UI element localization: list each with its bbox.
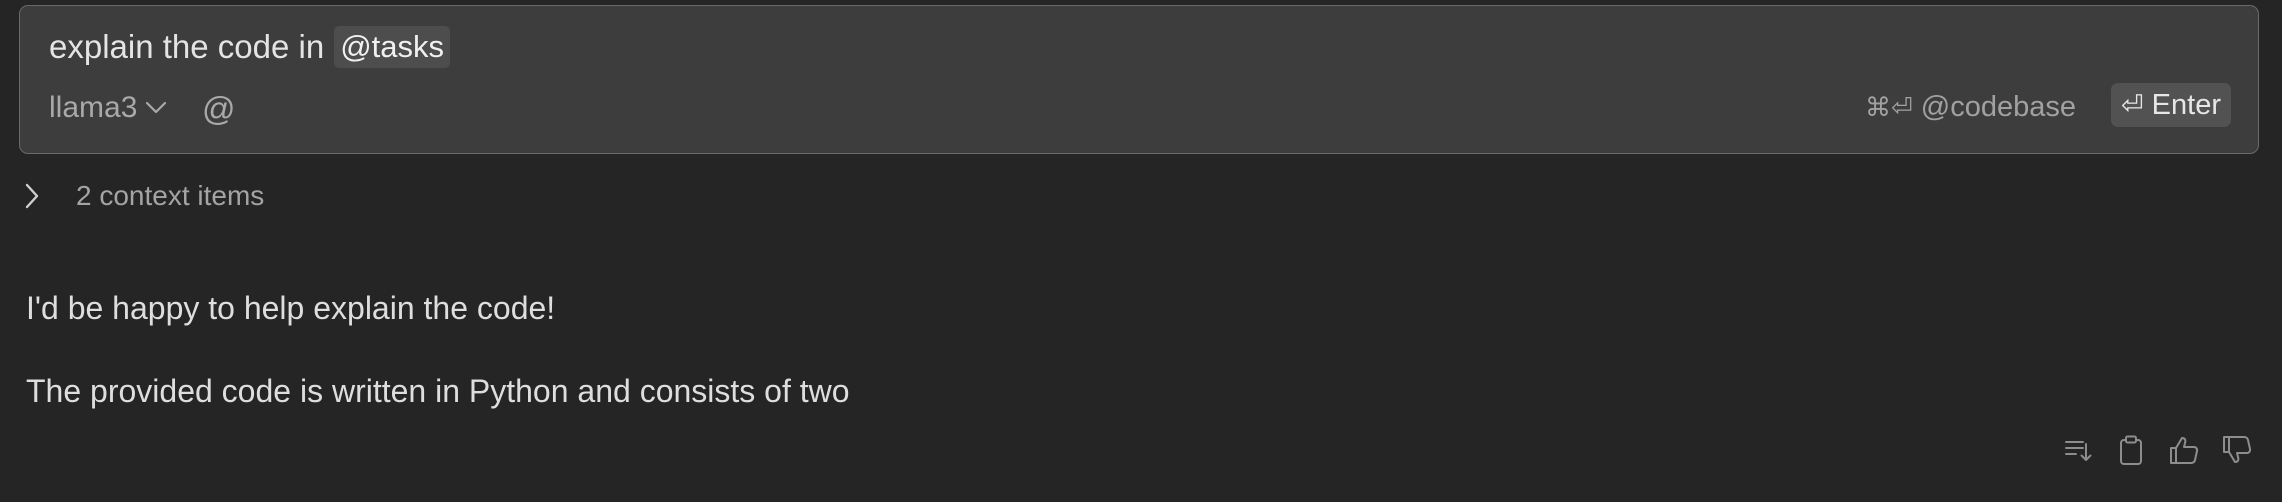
input-text: explain the code in	[49, 28, 325, 65]
chat-input[interactable]: explain the code in @tasks	[49, 26, 451, 68]
response-line: I'd be happy to help explain the code!	[26, 290, 556, 326]
response-actions	[2042, 433, 2254, 467]
enter-button[interactable]: ⏎ Enter	[2111, 83, 2231, 127]
response-line: The provided code is written in Python a…	[26, 373, 850, 409]
continue-generation-icon[interactable]	[2061, 433, 2095, 467]
codebase-label: @codebase	[1920, 91, 2076, 123]
chevron-down-icon	[146, 101, 167, 114]
chat-panel: explain the code in @tasks llama3 @ ⌘⏎ @…	[0, 0, 2282, 502]
mention-chip[interactable]: @tasks	[334, 26, 451, 68]
copy-icon[interactable]	[2114, 433, 2148, 467]
thumbs-down-icon[interactable]	[2220, 433, 2254, 467]
model-select[interactable]: llama3	[49, 91, 167, 125]
chevron-right-icon	[25, 183, 39, 209]
model-select-label: llama3	[49, 91, 138, 124]
chat-input-box[interactable]: explain the code in @tasks llama3 @ ⌘⏎ @…	[19, 5, 2259, 154]
cmd-enter-icon: ⌘⏎	[1864, 92, 1913, 123]
enter-label: Enter	[2151, 88, 2221, 121]
enter-icon: ⏎	[2121, 89, 2144, 121]
codebase-shortcut[interactable]: ⌘⏎ @codebase	[1865, 91, 2076, 124]
at-mention-button[interactable]: @	[202, 90, 236, 128]
context-items-toggle[interactable]: 2 context items	[24, 180, 264, 212]
context-items-label: 2 context items	[76, 180, 265, 211]
thumbs-up-icon[interactable]	[2167, 433, 2201, 467]
